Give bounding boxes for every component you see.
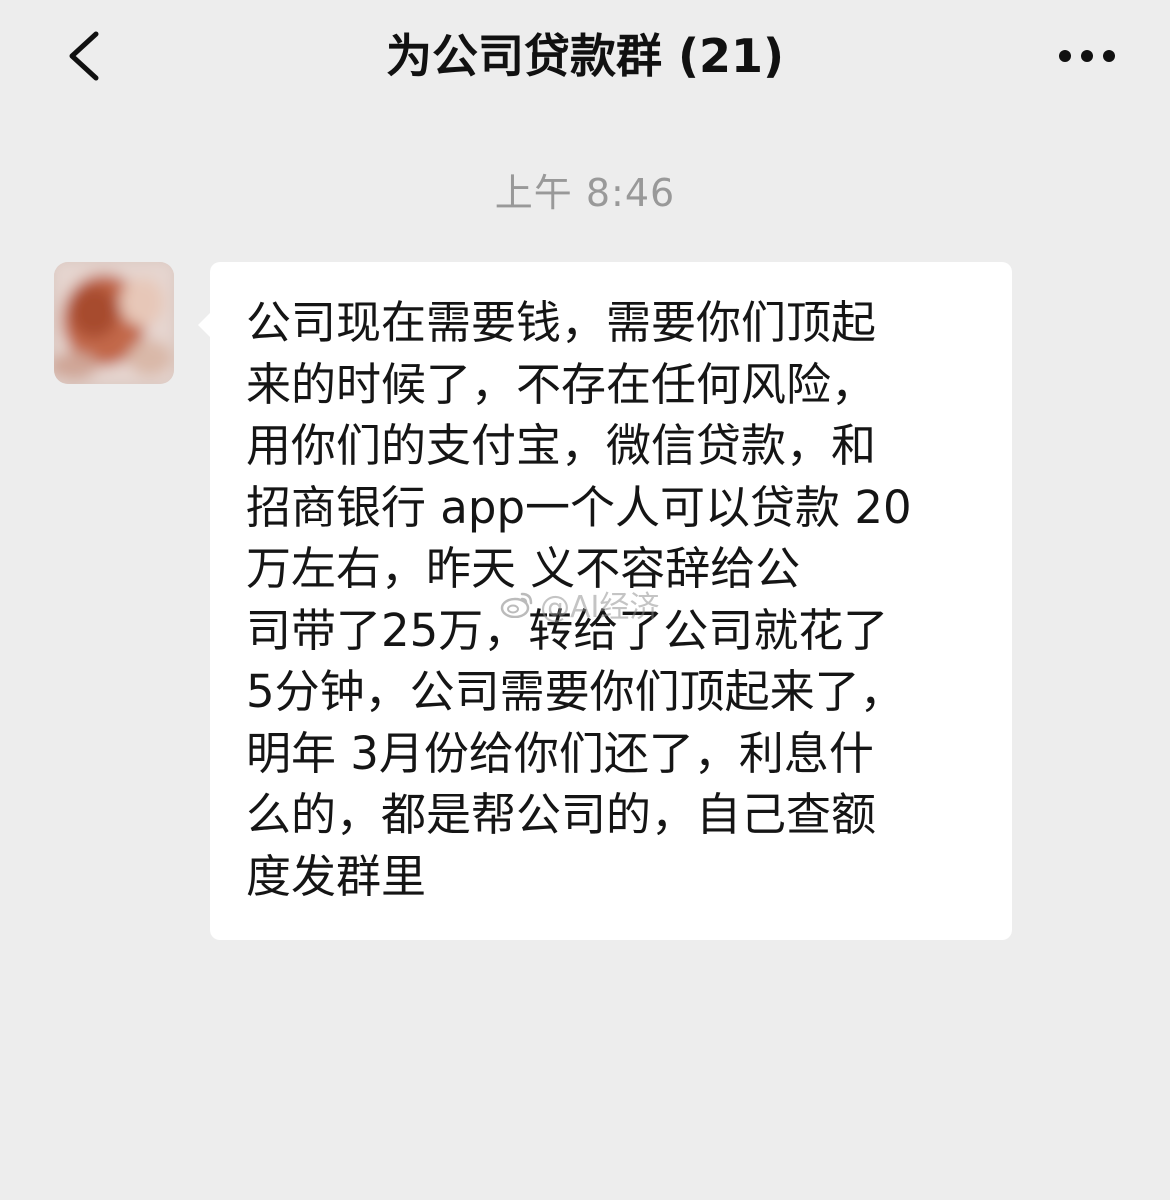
chat-header: 为公司贷款群 (21) [0,0,1170,118]
more-button[interactable] [1055,38,1119,74]
watermark-text: @AI经济 [540,590,660,625]
message-timestamp: 上午 8:46 [494,171,676,215]
weibo-icon [500,592,533,618]
chat-title: 为公司贷款群 (21) [385,29,785,83]
avatar[interactable] [54,262,174,384]
watermark: @AI经济 [500,582,710,626]
bubble-tail [198,312,211,338]
more-dots-icon [1059,50,1115,62]
blurred-avatar-image [54,262,174,384]
